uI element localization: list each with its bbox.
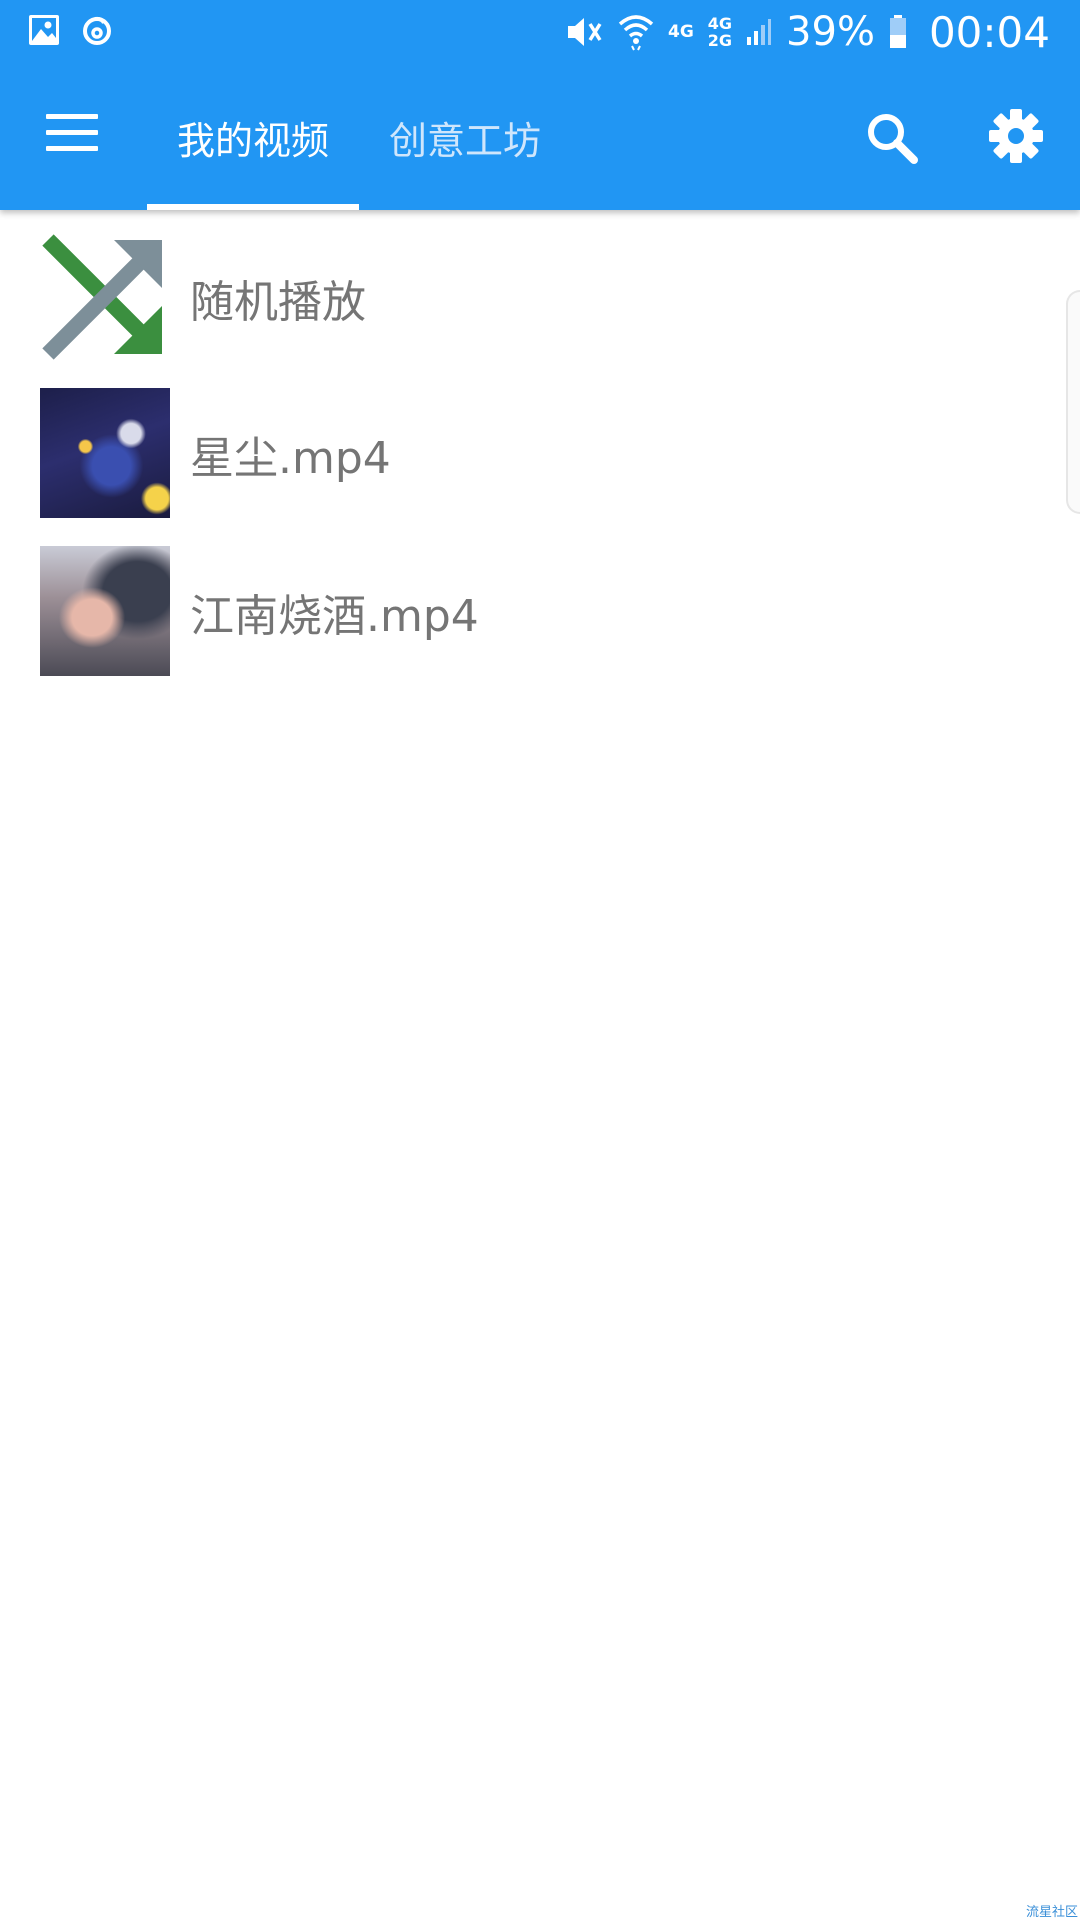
video-thumbnail [40,388,170,518]
clock: 00:04 [928,7,1050,57]
list-item-video[interactable]: 江南烧酒.mp4 [0,532,1060,676]
battery-icon [889,15,906,48]
tab-creative-workshop[interactable]: 创意工坊 [359,64,571,210]
gallery-icon [29,15,59,45]
signal-icon [747,19,772,45]
netease-music-icon [83,16,111,45]
status-right: 4G 4G 2G 39% 00:04 [564,0,1050,64]
list-item-label: 随机播放 [190,277,366,328]
dual-network-label: 4G 2G [708,15,732,49]
network-top-label: 4G [707,14,733,33]
mute-icon [567,18,602,46]
list-item-video[interactable]: 星尘.mp4 [0,374,1060,518]
status-bar: 4G 4G 2G 39% 00:04 [0,0,1080,64]
watermark: 流星社区 [1025,1905,1078,1920]
battery-percent: 39% [786,9,875,55]
app-header: 4G 4G 2G 39% 00:04 我的视频 创意工坊 [0,0,1080,210]
hamburger-menu-icon[interactable] [46,114,98,154]
list-item-shuffle-play[interactable]: 随机播放 [0,218,1060,360]
network-4g-label: 4G [667,22,694,42]
search-icon[interactable] [862,108,922,168]
network-bottom-label: 2G [707,31,733,50]
wifi-icon [618,15,654,51]
toolbar: 我的视频 创意工坊 [0,64,1080,210]
notification-icons [28,14,114,48]
shuffle-icon [40,232,170,362]
video-thumbnail [40,546,170,676]
list-item-label: 江南烧酒.mp4 [190,591,479,642]
tab-indicator [147,204,359,210]
edge-panel-handle[interactable] [1066,290,1080,514]
tab-my-videos[interactable]: 我的视频 [147,64,359,210]
gear-icon[interactable] [986,106,1046,166]
list-item-label: 星尘.mp4 [190,433,391,484]
